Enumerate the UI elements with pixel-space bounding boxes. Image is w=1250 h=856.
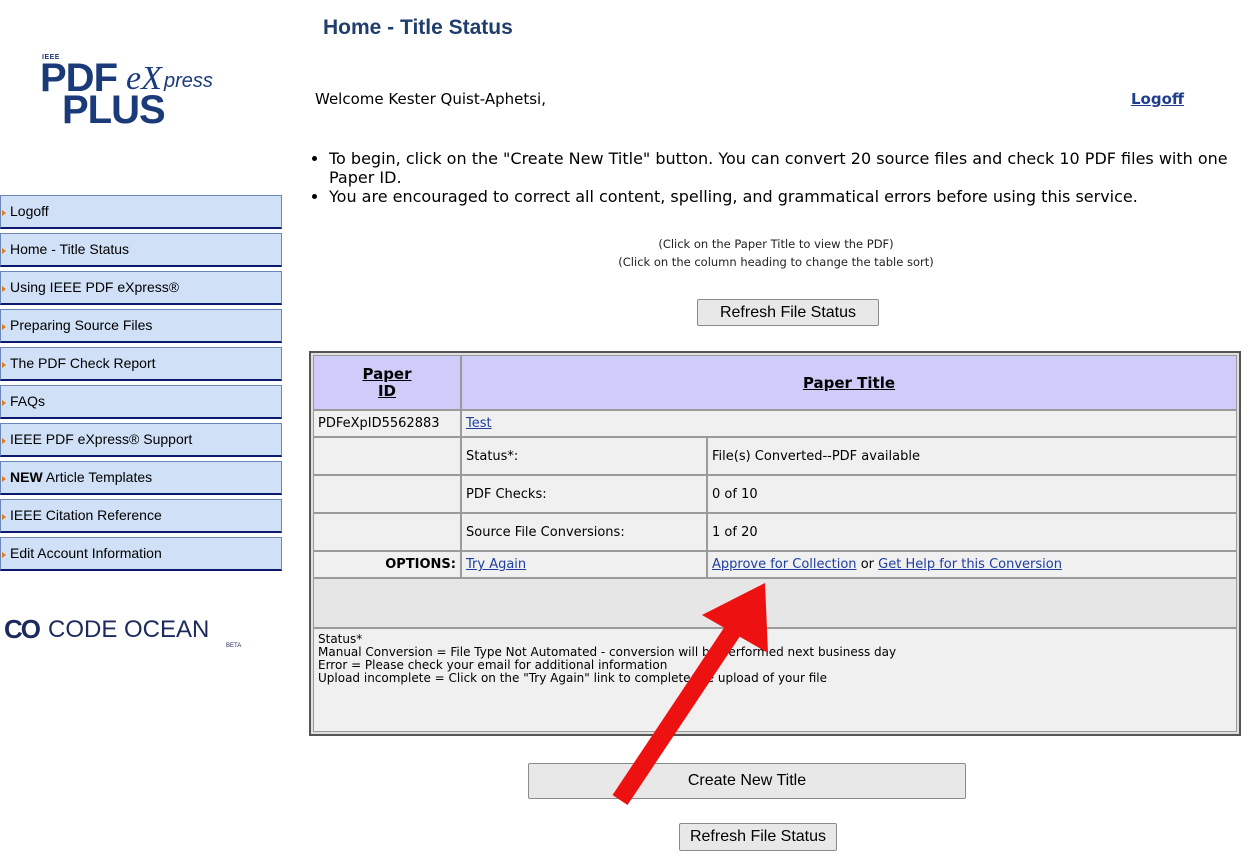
red-annotation-arrow-icon xyxy=(612,583,768,805)
sidebar-item-label: IEEE PDF eXpress® Support xyxy=(10,431,193,447)
sidebar-item-support[interactable]: IEEE PDF eXpress® Support xyxy=(0,423,282,457)
sidebar-item-label: Using IEEE PDF eXpress® xyxy=(10,279,180,295)
arrow-bullet-icon xyxy=(2,476,6,482)
conversions-label: Source File Conversions: xyxy=(461,513,707,551)
sidebar-item-edit-account[interactable]: Edit Account Information xyxy=(0,537,282,571)
welcome-message: Welcome Kester Quist-Aphetsi, xyxy=(315,90,546,108)
or-text: or xyxy=(860,557,874,572)
try-again-link[interactable]: Try Again xyxy=(466,557,526,572)
arrow-bullet-icon xyxy=(2,552,6,558)
sidebar-item-logoff[interactable]: Logoff xyxy=(0,195,282,229)
sidebar-item-faqs[interactable]: FAQs xyxy=(0,385,282,419)
page-title: Home - Title Status xyxy=(323,16,513,39)
options-try-cell: Try Again xyxy=(461,551,707,578)
sidebar-item-using-pdf-express[interactable]: Using IEEE PDF eXpress® xyxy=(0,271,282,305)
get-help-link[interactable]: Get Help for this Conversion xyxy=(878,557,1062,572)
paper-id-cell: PDFeXpID5562883 xyxy=(313,410,461,437)
arrow-bullet-icon xyxy=(2,324,6,330)
arrow-bullet-icon xyxy=(2,514,6,520)
sidebar-item-label: Preparing Source Files xyxy=(10,317,153,333)
options-approve-cell: Approve for Collection or Get Help for t… xyxy=(707,551,1237,578)
logo-press-text: press xyxy=(164,70,213,92)
column-header-paper-id[interactable]: Paper ID xyxy=(313,355,461,410)
hint-view-pdf: (Click on the Paper Title to view the PD… xyxy=(658,237,894,251)
conversions-value: 1 of 20 xyxy=(707,513,1237,551)
pdf-checks-value: 0 of 10 xyxy=(707,475,1237,513)
code-ocean-logo[interactable]: CO CODE OCEAN BETA xyxy=(4,606,264,656)
sidebar-item-label: Logoff xyxy=(10,203,49,219)
instruction-item: To begin, click on the "Create New Title… xyxy=(329,149,1250,187)
sidebar-item-label: The PDF Check Report xyxy=(10,355,156,371)
paper-title-cell: Test xyxy=(461,410,1237,437)
status-label: Status*: xyxy=(461,437,707,475)
sidebar-item-article-templates[interactable]: NEW Article Templates xyxy=(0,461,282,495)
sidebar-item-label: Home - Title Status xyxy=(10,241,130,257)
code-ocean-beta: BETA xyxy=(226,643,242,649)
paper-title-link[interactable]: Test xyxy=(466,416,492,431)
arrow-bullet-icon xyxy=(2,400,6,406)
code-ocean-mark-icon: CO xyxy=(4,614,41,644)
options-label: OPTIONS: xyxy=(313,551,461,578)
sidebar-item-preparing-source-files[interactable]: Preparing Source Files xyxy=(0,309,282,343)
approve-for-collection-link[interactable]: Approve for Collection xyxy=(712,557,857,572)
sidebar-item-label: IEEE Citation Reference xyxy=(10,507,162,523)
pdf-checks-label: PDF Checks: xyxy=(461,475,707,513)
arrow-bullet-icon xyxy=(2,286,6,292)
arrow-bullet-icon xyxy=(2,210,6,216)
hint-table-sort: (Click on the column heading to change t… xyxy=(618,255,934,269)
sidebar-item-label: Edit Account Information xyxy=(10,545,162,561)
pdf-express-plus-logo: IEEE PDF eX press PLUS xyxy=(38,52,238,132)
arrow-bullet-icon xyxy=(2,362,6,368)
arrow-bullet-icon xyxy=(2,248,6,254)
sidebar-item-home-title-status[interactable]: Home - Title Status xyxy=(0,233,282,267)
new-badge: NEW xyxy=(10,469,43,485)
refresh-file-status-button-top[interactable]: Refresh File Status xyxy=(697,299,879,326)
sidebar-item-label: FAQs xyxy=(10,393,46,409)
code-ocean-text: CODE OCEAN xyxy=(48,616,210,643)
status-value: File(s) Converted--PDF available xyxy=(707,437,1237,475)
logo-plus-text: PLUS xyxy=(62,88,166,132)
empty-cell xyxy=(313,437,461,475)
instructions-list: To begin, click on the "Create New Title… xyxy=(300,149,1250,206)
sidebar-item-citation-reference[interactable]: IEEE Citation Reference xyxy=(0,499,282,533)
refresh-file-status-button-bottom[interactable]: Refresh File Status xyxy=(679,823,837,851)
sidebar-item-pdf-check-report[interactable]: The PDF Check Report xyxy=(0,347,282,381)
sidebar-item-label: NEW Article Templates xyxy=(10,469,152,485)
logoff-link[interactable]: Logoff xyxy=(1131,90,1184,108)
sidebar-nav: Logoff Home - Title Status Using IEEE PD… xyxy=(0,195,282,575)
column-header-paper-title[interactable]: Paper Title xyxy=(461,355,1237,410)
instruction-item: You are encouraged to correct all conten… xyxy=(329,187,1250,206)
arrow-bullet-icon xyxy=(2,438,6,444)
sidebar-item-label-rest: Article Templates xyxy=(42,469,153,485)
empty-cell xyxy=(313,475,461,513)
empty-cell xyxy=(313,513,461,551)
